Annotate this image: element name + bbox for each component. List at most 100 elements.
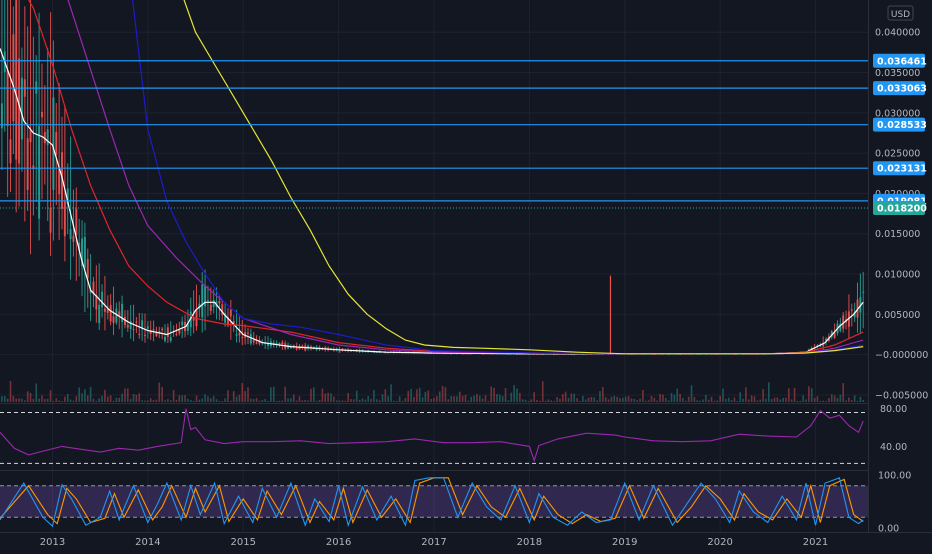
volume-bar [490,386,493,402]
volume-bar [152,399,155,402]
volume-bar [106,396,109,402]
volume-bar [573,393,576,402]
candle-body [209,304,212,311]
volume-bar [250,398,252,402]
price-tick-label: 0.015000 [875,229,920,240]
volume-bar [95,400,98,402]
time-tick-label: 2021 [803,537,828,548]
volume-bar [281,400,284,402]
volume-bar [167,399,169,402]
candle-body [126,324,129,328]
volume-bar [582,395,584,402]
volume-bar [644,400,647,402]
candle-body [109,305,112,322]
volume-bar [727,397,730,402]
volume-bar [521,399,524,402]
volume-bar [647,400,650,402]
volume-bar [221,400,224,402]
volume-bar [64,396,66,402]
time-tick-label: 2020 [707,537,732,548]
volume-bar [788,388,790,402]
volume-bar [696,400,699,402]
volume-bar [324,393,327,402]
volume-bar [1,396,3,402]
volume-bar [559,398,561,402]
volume-bar [12,395,15,402]
volume-bar [782,397,784,402]
rsi-tick-label: 80.00 [880,404,907,415]
volume-bar [121,393,123,402]
volume-bar [770,398,773,402]
volume-bar [147,400,149,402]
price-tick-label: 0.035000 [875,68,920,79]
candle-body [15,0,18,160]
volume-bar [513,385,515,402]
candle-body [247,332,249,334]
volume-bar [604,397,607,402]
volume-bar [510,392,513,402]
volume-bar [685,400,687,402]
volume-bar [129,398,132,402]
volume-bar [212,395,215,402]
time-axis[interactable]: 2013 2014 2015 2016 2017 2018 2019 2020 2021 [40,537,829,548]
price-tick-label: 0.005000 [875,310,920,321]
volume-bar [584,399,587,402]
volume-bar [676,388,679,402]
volume-bar [636,400,638,402]
volume-bar [702,399,704,402]
volume-bar [192,400,195,402]
volume-bar [736,400,739,402]
candle-body [252,340,255,343]
volume-bar [421,397,424,402]
candle-body [40,111,43,118]
volume-bar [773,397,776,402]
volume-bar [124,388,126,402]
volume-bar [164,400,166,402]
volume-bar [616,396,618,402]
volume-bar [842,383,844,402]
volume-bar [66,394,69,402]
volume-bar [32,398,35,402]
volume-bar [547,399,550,402]
volume-bar [470,396,472,402]
volume-bar [779,399,782,402]
volume-bar [493,387,495,402]
candle-body [201,284,204,318]
volume-bar [664,397,667,402]
volume-bar [44,399,46,402]
candle-body [255,342,258,344]
candle-body [83,237,86,268]
volume-bar [335,400,338,402]
volume-bar [776,397,779,402]
volume-bar [244,390,246,402]
volume-bar [370,398,372,402]
volume-bar [313,387,315,402]
volume-bar [627,396,630,402]
volume-bar [848,397,850,402]
volume-bar [467,400,470,402]
candle-body [218,300,221,304]
volume-bar [793,387,796,402]
volume-bar [252,399,255,402]
volume-bar [375,399,378,402]
volume-bar [58,400,60,402]
volume-bar [284,386,286,402]
last-price-label: 0.018200 [877,203,927,214]
volume-bar [175,399,178,402]
price-chart[interactable]: 0.0400000.0350000.0300000.0250000.020000… [0,0,932,550]
volume-bar [607,399,610,402]
volume-bar [401,400,404,402]
candle-body [129,320,132,329]
volume-bar [673,394,676,402]
volume-bar [330,393,332,402]
stoch-band-fill [0,485,868,518]
volume-bar [613,395,616,402]
volume-bar [258,400,261,402]
volume-bar [298,396,301,402]
volume-bar [447,399,450,402]
volume-bar [327,392,329,402]
volume-bar [235,396,238,402]
volume-bar [519,392,521,402]
volume-bar [750,395,753,402]
volume-bar [836,397,839,402]
